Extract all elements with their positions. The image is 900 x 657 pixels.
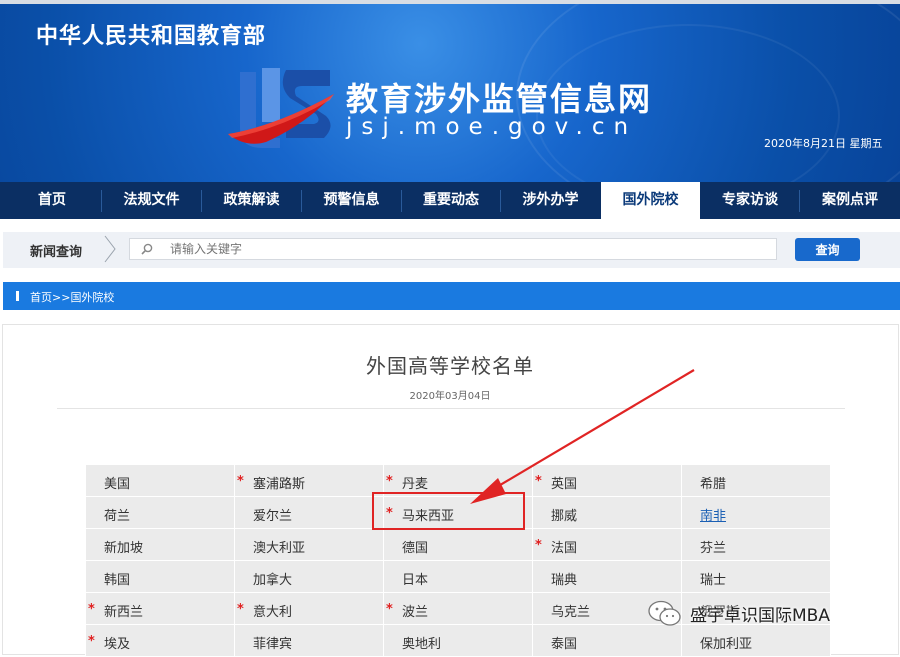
country-cell: 韩国 xyxy=(85,560,235,593)
country-name: 法国 xyxy=(551,541,578,556)
search-button[interactable]: 查询 xyxy=(795,238,860,261)
country-cell: 日本 xyxy=(383,560,533,593)
nav-item-foreign-institutions[interactable]: 国外院校 xyxy=(601,182,700,219)
country-link[interactable]: 南非 xyxy=(700,505,726,524)
country-cell: 新加坡 xyxy=(85,528,235,561)
country-cell[interactable]: 南非 xyxy=(681,496,831,529)
country-cell: * 意大利 xyxy=(234,592,384,625)
country-name: 新西兰 xyxy=(104,605,144,620)
country-cell: 爱尔兰 xyxy=(234,496,384,529)
country-name: 埃及 xyxy=(104,637,131,652)
country-name: 美国 xyxy=(104,477,131,492)
ministry-name[interactable]: 中华人民共和国教育部 xyxy=(36,18,266,50)
country-name: 新加坡 xyxy=(104,541,144,556)
nav-item-expert-interviews[interactable]: 专家访谈 xyxy=(701,182,799,219)
country-cell: 德国 xyxy=(383,528,533,561)
breadcrumb-marker xyxy=(16,291,19,301)
country-name: 爱尔兰 xyxy=(253,509,293,524)
main-nav: 首页 法规文件 政策解读 预警信息 重要动态 涉外办学 国外院校 专家访谈 案例… xyxy=(0,182,900,219)
country-cell: 奥地利 xyxy=(383,624,533,657)
asterisk-marker: * xyxy=(535,538,542,553)
watermark-text: 盛宇卓识国际MBA xyxy=(690,606,830,626)
table-row: 新加坡 澳大利亚 德国 * 法国 芬兰 xyxy=(85,528,831,561)
country-cell: 澳大利亚 xyxy=(234,528,384,561)
country-name: 德国 xyxy=(402,541,429,556)
page-title: 外国高等学校名单 xyxy=(366,354,534,378)
country-name: 意大利 xyxy=(253,605,293,620)
news-search-bar: 新闻查询 查询 xyxy=(3,232,900,268)
country-name: 挪威 xyxy=(551,509,578,524)
country-cell: * 波兰 xyxy=(383,592,533,625)
country-name: 保加利亚 xyxy=(700,637,753,652)
nav-item-regulations[interactable]: 法规文件 xyxy=(102,182,201,219)
country-name: 瑞典 xyxy=(551,573,578,588)
country-cell: 加拿大 xyxy=(234,560,384,593)
country-cell: 荷兰 xyxy=(85,496,235,529)
country-cell: * 埃及 xyxy=(85,624,235,657)
nav-item-foreign-schools-admin[interactable]: 涉外办学 xyxy=(501,182,600,219)
current-date: 2020年8月21日 星期五 xyxy=(764,137,883,150)
asterisk-marker: * xyxy=(386,474,393,489)
country-name: 菲律宾 xyxy=(253,637,293,652)
country-name: 希腊 xyxy=(700,477,727,492)
country-cell: 美国 xyxy=(85,464,235,497)
country-cell: * 新西兰 xyxy=(85,592,235,625)
country-name: 荷兰 xyxy=(104,509,131,524)
country-name: 塞浦路斯 xyxy=(253,477,306,492)
asterisk-marker: * xyxy=(237,474,244,489)
country-name: 日本 xyxy=(402,573,429,588)
country-cell: 芬兰 xyxy=(681,528,831,561)
search-input[interactable] xyxy=(129,238,777,260)
country-cell: * 法国 xyxy=(532,528,682,561)
nav-item-case-reviews[interactable]: 案例点评 xyxy=(800,182,900,219)
country-name: 乌克兰 xyxy=(551,605,591,620)
country-name: 芬兰 xyxy=(700,541,727,556)
site-url: jsj.moe.gov.cn xyxy=(346,114,638,140)
country-name: 韩国 xyxy=(104,573,131,588)
table-row: 韩国 加拿大 日本 瑞典 瑞士 xyxy=(85,560,831,593)
asterisk-marker: * xyxy=(88,602,95,617)
asterisk-marker: * xyxy=(386,602,393,617)
asterisk-marker: * xyxy=(237,602,244,617)
country-cell: 瑞典 xyxy=(532,560,682,593)
breadcrumb-separator: >> xyxy=(52,291,71,304)
country-cell: 希腊 xyxy=(681,464,831,497)
country-cell: * 英国 xyxy=(532,464,682,497)
breadcrumb-text: 首页>>国外院校 xyxy=(30,289,114,305)
country-name: 澳大利亚 xyxy=(253,541,306,556)
country-name: 瑞士 xyxy=(700,573,727,588)
country-name: 奥地利 xyxy=(402,637,442,652)
highlight-box xyxy=(372,492,525,530)
wechat-icon xyxy=(648,600,681,626)
country-name: 加拿大 xyxy=(253,573,293,588)
site-logo-icon[interactable] xyxy=(226,64,336,154)
country-cell: * 塞浦路斯 xyxy=(234,464,384,497)
title-divider xyxy=(57,408,845,409)
country-cell: 挪威 xyxy=(532,496,682,529)
site-header: 中华人民共和国教育部 教育涉外监管信息网 jsj.moe.gov.cn 2020… xyxy=(0,4,900,182)
country-name: 丹麦 xyxy=(402,477,429,492)
country-name: 波兰 xyxy=(402,605,429,620)
country-name: 英国 xyxy=(551,477,578,492)
chevron-right-icon xyxy=(104,235,116,263)
publish-date: 2020年03月04日 xyxy=(409,391,491,402)
country-name: 泰国 xyxy=(551,637,578,652)
search-icon xyxy=(141,243,153,255)
country-cell: 瑞士 xyxy=(681,560,831,593)
watermark: 盛宇卓识国际MBA xyxy=(648,596,898,632)
breadcrumb: 首页>>国外院校 xyxy=(3,282,900,310)
asterisk-marker: * xyxy=(88,634,95,649)
nav-item-news[interactable]: 重要动态 xyxy=(402,182,500,219)
search-label: 新闻查询 xyxy=(30,245,83,260)
nav-item-policy[interactable]: 政策解读 xyxy=(202,182,301,219)
nav-item-warnings[interactable]: 预警信息 xyxy=(302,182,401,219)
nav-item-home[interactable]: 首页 xyxy=(3,182,101,219)
breadcrumb-home-link[interactable]: 首页 xyxy=(30,291,52,304)
country-cell: 菲律宾 xyxy=(234,624,384,657)
breadcrumb-current[interactable]: 国外院校 xyxy=(70,291,114,304)
asterisk-marker: * xyxy=(535,474,542,489)
